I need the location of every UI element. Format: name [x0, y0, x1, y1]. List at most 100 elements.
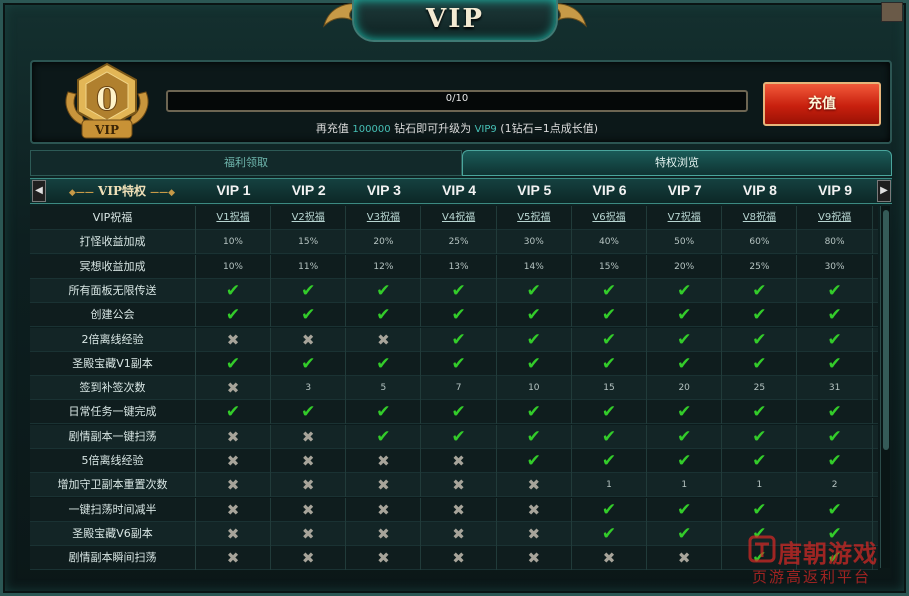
- cross-icon: ✖: [422, 449, 497, 473]
- vip-blessing-link[interactable]: V1祝福: [196, 206, 271, 230]
- check-icon: ✔: [196, 303, 271, 328]
- row-label: 增加守卫副本重置次数: [30, 473, 196, 498]
- check-icon: ✔: [497, 449, 572, 473]
- row-label: 打怪收益加成: [30, 230, 196, 255]
- cell-value: 10: [497, 376, 572, 401]
- vip-blessing-link[interactable]: V6祝福: [572, 206, 647, 230]
- cross-icon: ✖: [271, 546, 347, 571]
- watermark-brand: 唐朝游戏: [778, 540, 878, 568]
- recharge-hint: 再充值 100000 钻石即可升级为 VIP9 (1钻石=1点成长值): [166, 120, 748, 136]
- tab-welfare[interactable]: 福利领取: [30, 150, 462, 176]
- row-label: 签到补签次数: [30, 376, 196, 401]
- recharge-button[interactable]: 充值: [763, 82, 881, 126]
- table-row: 日常任务一键完成 ✔ ✔ ✔ ✔ ✔ ✔ ✔ ✔ ✔: [30, 400, 878, 425]
- cross-icon: ✖: [346, 449, 422, 473]
- check-icon: ✔: [572, 303, 647, 328]
- vip-badge-label: VIP: [94, 123, 119, 137]
- cell-value: 14%: [497, 254, 572, 279]
- check-icon: ✔: [722, 351, 798, 376]
- check-icon: ✔: [722, 400, 798, 425]
- check-icon: ✔: [798, 400, 873, 425]
- cross-icon: ✖: [271, 449, 347, 473]
- feature-column-header: ◆—— VIP特权 ——◆: [48, 182, 196, 202]
- vip-blessing-link[interactable]: V7祝福: [647, 206, 723, 230]
- recharge-hint-suffix: (1钻石=1点成长值): [500, 122, 599, 135]
- cross-icon: ✖: [346, 473, 422, 498]
- table-row: 一键扫荡时间减半 ✖ ✖ ✖ ✖ ✖ ✔ ✔ ✔ ✔: [30, 497, 878, 522]
- watermark-slogan: 页游高返利平台: [752, 568, 872, 586]
- check-icon: ✔: [798, 303, 873, 328]
- recharge-hint-prefix: 再充值: [315, 122, 349, 135]
- check-icon: ✔: [497, 327, 572, 352]
- cross-icon: ✖: [196, 376, 271, 401]
- table-row: 增加守卫副本重置次数 ✖ ✖ ✖ ✖ ✖ 1 1 1 2: [30, 473, 878, 498]
- cell-value: 20%: [346, 230, 422, 255]
- check-icon: ✔: [422, 303, 497, 328]
- vip-blessing-link[interactable]: V2祝福: [271, 206, 347, 230]
- cross-icon: ✖: [271, 473, 347, 498]
- check-icon: ✔: [798, 449, 873, 473]
- cross-icon: ✖: [422, 497, 497, 522]
- check-icon: ✔: [497, 351, 572, 376]
- cell-value: 3: [271, 376, 347, 401]
- cross-icon: ✖: [196, 424, 271, 449]
- close-button[interactable]: [881, 2, 903, 22]
- table-row: 5倍离线经验 ✖ ✖ ✖ ✖ ✔ ✔ ✔ ✔ ✔: [30, 449, 878, 473]
- column-header-vip-3: VIP 3: [366, 182, 401, 198]
- vip-blessing-link[interactable]: V4祝福: [422, 206, 497, 230]
- header-ornament-right: ——◆: [150, 188, 176, 198]
- check-icon: ✔: [798, 278, 873, 303]
- cell-value: 15%: [271, 230, 347, 255]
- vip-blessing-link[interactable]: V5祝福: [497, 206, 572, 230]
- check-icon: ✔: [271, 400, 347, 425]
- window-title: VIP: [426, 4, 484, 34]
- table-row: 圣殿宝藏V1副本 ✔ ✔ ✔ ✔ ✔ ✔ ✔ ✔ ✔: [30, 351, 878, 376]
- vip-blessing-link[interactable]: V3祝福: [346, 206, 422, 230]
- cross-icon: ✖: [271, 327, 347, 352]
- cell-value: 60%: [722, 230, 798, 255]
- check-icon: ✔: [422, 424, 497, 449]
- table-scrollbar[interactable]: [880, 206, 890, 568]
- cell-value: 20%: [647, 254, 723, 279]
- tab-privilege-browse[interactable]: 特权浏览: [462, 150, 892, 176]
- vip-blessing-link[interactable]: V9祝福: [798, 206, 873, 230]
- check-icon: ✔: [722, 278, 798, 303]
- vip-blessing-link[interactable]: V8祝福: [722, 206, 798, 230]
- check-icon: ✔: [346, 424, 422, 449]
- check-icon: ✔: [722, 497, 798, 522]
- cross-icon: ✖: [196, 327, 271, 352]
- cell-value: 5: [346, 376, 422, 401]
- check-icon: ✔: [798, 327, 873, 352]
- check-icon: ✔: [346, 303, 422, 328]
- table-row: 剧情副本一键扫荡 ✖ ✖ ✔ ✔ ✔ ✔ ✔ ✔ ✔: [30, 424, 878, 449]
- cell-value: 7: [422, 376, 497, 401]
- table-row: 打怪收益加成 10% 15% 20% 25% 30% 40% 50% 60% 80%: [30, 230, 878, 255]
- cell-value: 1: [647, 473, 723, 498]
- cell-value: 1: [572, 473, 647, 498]
- cell-value: 40%: [572, 230, 647, 255]
- row-label: 圣殿宝藏V6副本: [30, 521, 196, 546]
- scroll-right-arrow-icon[interactable]: ▶: [877, 180, 891, 202]
- check-icon: ✔: [497, 400, 572, 425]
- scroll-left-arrow-icon[interactable]: ◀: [32, 180, 46, 202]
- column-header-vip-7: VIP 7: [667, 182, 702, 198]
- cell-value: 15: [572, 376, 647, 401]
- cell-value: 25%: [722, 254, 798, 279]
- row-label: 剧情副本瞬间扫荡: [30, 546, 196, 571]
- cross-icon: ✖: [422, 521, 497, 546]
- check-icon: ✔: [572, 327, 647, 352]
- cross-icon: ✖: [271, 424, 347, 449]
- check-icon: ✔: [422, 327, 497, 352]
- cell-value: 20: [647, 376, 723, 401]
- vip-progress-text: 0/10: [445, 93, 469, 104]
- check-icon: ✔: [647, 424, 723, 449]
- check-icon: ✔: [798, 424, 873, 449]
- row-label: 剧情副本一键扫荡: [30, 424, 196, 449]
- check-icon: ✔: [271, 278, 347, 303]
- cross-icon: ✖: [346, 521, 422, 546]
- check-icon: ✔: [572, 351, 647, 376]
- scrollbar-thumb[interactable]: [883, 210, 889, 450]
- check-icon: ✔: [647, 351, 723, 376]
- cell-value: 30%: [497, 230, 572, 255]
- row-label: 所有面板无限传送: [30, 278, 196, 303]
